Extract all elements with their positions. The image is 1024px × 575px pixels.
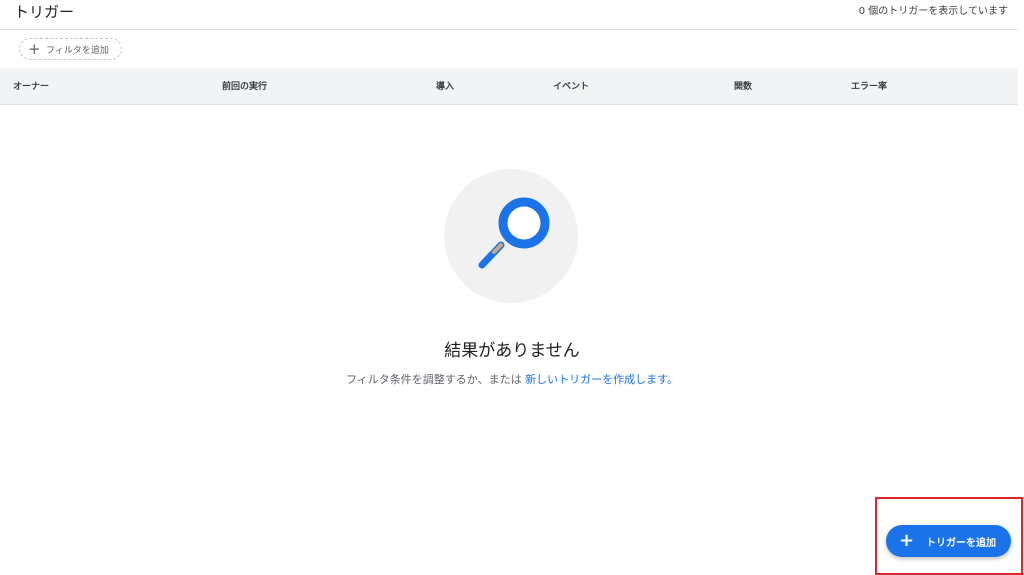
empty-state-title: 結果がありません bbox=[444, 341, 580, 361]
triggers-page: トリガー 0 個のトリガーを表示しています + フィルタを追加 オーナー 前回の… bbox=[0, 0, 1024, 575]
column-header-error-rate[interactable]: エラー率 bbox=[851, 82, 887, 93]
empty-state-description: フィルタ条件を調整するか、または 新しいトリガーを作成します。 bbox=[0, 372, 1024, 388]
page-header: トリガー 0 個のトリガーを表示しています bbox=[0, 0, 1018, 30]
column-header-function[interactable]: 関数 bbox=[734, 82, 752, 93]
plus-icon: + bbox=[28, 40, 41, 58]
column-header-owner[interactable]: オーナー bbox=[13, 82, 49, 93]
create-trigger-link[interactable]: 新しいトリガーを作成します。 bbox=[525, 373, 678, 386]
add-filter-button[interactable]: + フィルタを追加 bbox=[19, 38, 122, 60]
column-header-deployment[interactable]: 導入 bbox=[436, 82, 454, 93]
empty-state-description-text: フィルタ条件を調整するか、または bbox=[346, 373, 522, 386]
trigger-count-text: 0 個のトリガーを表示しています bbox=[858, 6, 1008, 17]
table-header: オーナー 前回の実行 導入 イベント 関数 エラー率 bbox=[0, 68, 1018, 105]
add-filter-label: フィルタを追加 bbox=[46, 45, 109, 56]
add-trigger-button[interactable]: + トリガーを追加 bbox=[886, 525, 1011, 557]
plus-icon: + bbox=[899, 530, 915, 551]
empty-state-illustration bbox=[444, 169, 578, 303]
add-trigger-label: トリガーを追加 bbox=[926, 537, 996, 549]
page-title: トリガー bbox=[14, 3, 75, 21]
column-header-event[interactable]: イベント bbox=[553, 82, 589, 93]
column-header-last-run[interactable]: 前回の実行 bbox=[222, 82, 267, 93]
magnifier-icon bbox=[478, 197, 550, 269]
